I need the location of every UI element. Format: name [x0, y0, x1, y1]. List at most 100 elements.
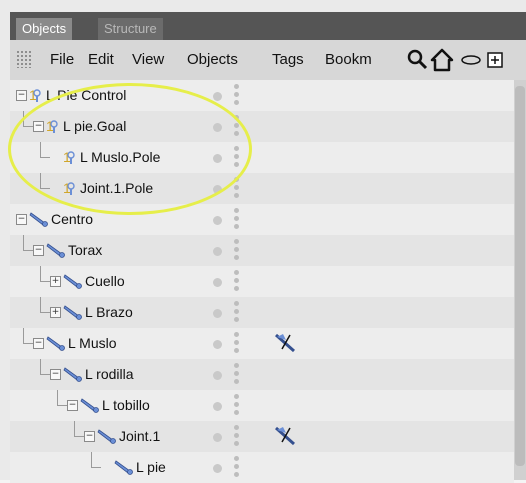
object-name[interactable]: L rodilla	[85, 366, 134, 382]
object-name[interactable]: Torax	[68, 242, 102, 258]
render-visibility-dot[interactable]	[213, 464, 222, 473]
menu-file[interactable]: File	[50, 51, 74, 68]
tree-connector	[23, 328, 24, 344]
search-icon[interactable]	[406, 48, 430, 72]
render-visibility-dot[interactable]	[213, 123, 222, 132]
render-visibility-dot[interactable]	[213, 433, 222, 442]
render-visibility-dot[interactable]	[213, 216, 222, 225]
tree-connector	[40, 297, 41, 313]
tree-connector	[23, 343, 33, 344]
tree-connector	[23, 235, 24, 251]
tree-connector	[40, 312, 50, 313]
collapse-icon[interactable]: −	[33, 121, 44, 132]
menu-edit[interactable]: Edit	[88, 51, 114, 68]
object-name[interactable]: L tobillo	[102, 397, 150, 413]
grip-handle-icon[interactable]	[16, 50, 32, 68]
menu-bar: File Edit View Objects Tags Bookm	[10, 40, 526, 81]
visibility-toggle[interactable]	[234, 425, 239, 447]
menu-objects[interactable]: Objects	[187, 51, 238, 68]
collapse-icon[interactable]: −	[84, 431, 95, 442]
visibility-toggle[interactable]	[234, 239, 239, 261]
render-visibility-dot[interactable]	[213, 340, 222, 349]
visibility-toggle[interactable]	[234, 394, 239, 416]
object-name[interactable]: L Pie Control	[46, 87, 126, 103]
null-icon: 1	[29, 86, 41, 109]
bone-icon	[80, 396, 100, 419]
object-name[interactable]: L Muslo	[68, 335, 117, 351]
collapse-icon[interactable]: −	[16, 90, 27, 101]
tree-row[interactable]: − Joint.1	[10, 421, 514, 452]
render-visibility-dot[interactable]	[213, 278, 222, 287]
visibility-toggle[interactable]	[234, 115, 239, 137]
visibility-toggle[interactable]	[234, 270, 239, 292]
tree-row[interactable]: − Centro	[10, 204, 514, 235]
collapse-icon[interactable]: −	[33, 338, 44, 349]
render-visibility-dot[interactable]	[213, 402, 222, 411]
object-name[interactable]: L Muslo.Pole	[80, 149, 160, 165]
tree-row[interactable]: 1 L Muslo.Pole	[10, 142, 514, 173]
visibility-toggle[interactable]	[234, 208, 239, 230]
collapse-icon[interactable]: −	[50, 369, 61, 380]
object-name[interactable]: L Brazo	[85, 304, 133, 320]
collapse-icon[interactable]: −	[33, 245, 44, 256]
tree-row[interactable]: 1 Joint.1.Pole	[10, 173, 514, 204]
collapse-icon[interactable]: −	[67, 400, 78, 411]
object-manager-window: Objects Structure File Edit View Objects…	[0, 0, 526, 483]
visibility-toggle[interactable]	[234, 177, 239, 199]
tree-connector	[74, 436, 84, 437]
bone-icon	[114, 458, 134, 481]
visibility-toggle[interactable]	[234, 332, 239, 354]
tree-connector	[40, 266, 41, 282]
vertical-scrollbar[interactable]	[514, 80, 526, 480]
render-visibility-dot[interactable]	[213, 92, 222, 101]
menu-bookmarks[interactable]: Bookm	[325, 51, 372, 68]
add-layer-icon[interactable]	[486, 48, 516, 72]
object-name[interactable]: Centro	[51, 211, 93, 227]
render-visibility-dot[interactable]	[213, 247, 222, 256]
object-name[interactable]: Joint.1.Pole	[80, 180, 153, 196]
bone-icon	[46, 334, 66, 357]
object-name[interactable]: L pie	[136, 459, 166, 475]
object-name[interactable]: L pie.Goal	[63, 118, 126, 134]
tree-row[interactable]: L pie	[10, 452, 514, 483]
visibility-toggle[interactable]	[234, 456, 239, 478]
menu-view[interactable]: View	[132, 51, 164, 68]
render-visibility-dot[interactable]	[213, 371, 222, 380]
tree-row[interactable]: − L rodilla	[10, 359, 514, 390]
tree-row[interactable]: + Cuello	[10, 266, 514, 297]
menu-tags[interactable]: Tags	[272, 51, 304, 68]
expand-icon[interactable]: +	[50, 307, 61, 318]
tree-row[interactable]: − L Muslo	[10, 328, 514, 359]
tree-row[interactable]: − L tobillo	[10, 390, 514, 421]
eye-icon[interactable]	[460, 48, 482, 72]
visibility-toggle[interactable]	[234, 363, 239, 385]
tree-row[interactable]: −1 L pie.Goal	[10, 111, 514, 142]
bone-icon	[63, 365, 83, 388]
tree-connector	[23, 126, 33, 127]
render-visibility-dot[interactable]	[213, 309, 222, 318]
tab-bar: Objects Structure	[10, 12, 526, 40]
ik-tag-icon[interactable]	[272, 424, 298, 453]
object-name[interactable]: Cuello	[85, 273, 125, 289]
tree-connector	[40, 173, 41, 189]
visibility-toggle[interactable]	[234, 84, 239, 106]
visibility-toggle[interactable]	[234, 146, 239, 168]
render-visibility-dot[interactable]	[213, 185, 222, 194]
tree-row[interactable]: − Torax	[10, 235, 514, 266]
tree-row[interactable]: + L Brazo	[10, 297, 514, 328]
visibility-toggle[interactable]	[234, 301, 239, 323]
object-name[interactable]: Joint.1	[119, 428, 160, 444]
tab-objects[interactable]: Objects	[16, 18, 73, 40]
null-icon: 1	[46, 117, 58, 140]
expand-icon[interactable]: +	[50, 276, 61, 287]
home-icon[interactable]	[430, 48, 454, 72]
tree-connector	[40, 188, 50, 189]
ik-tag-icon[interactable]	[272, 331, 298, 360]
null-icon: 1	[63, 148, 75, 171]
render-visibility-dot[interactable]	[213, 154, 222, 163]
collapse-icon[interactable]: −	[16, 214, 27, 225]
tree-connector	[40, 359, 41, 375]
tree-row[interactable]: −1 L Pie Control	[10, 80, 514, 111]
tab-structure[interactable]: Structure	[98, 18, 163, 40]
scrollbar-thumb[interactable]	[515, 86, 525, 466]
